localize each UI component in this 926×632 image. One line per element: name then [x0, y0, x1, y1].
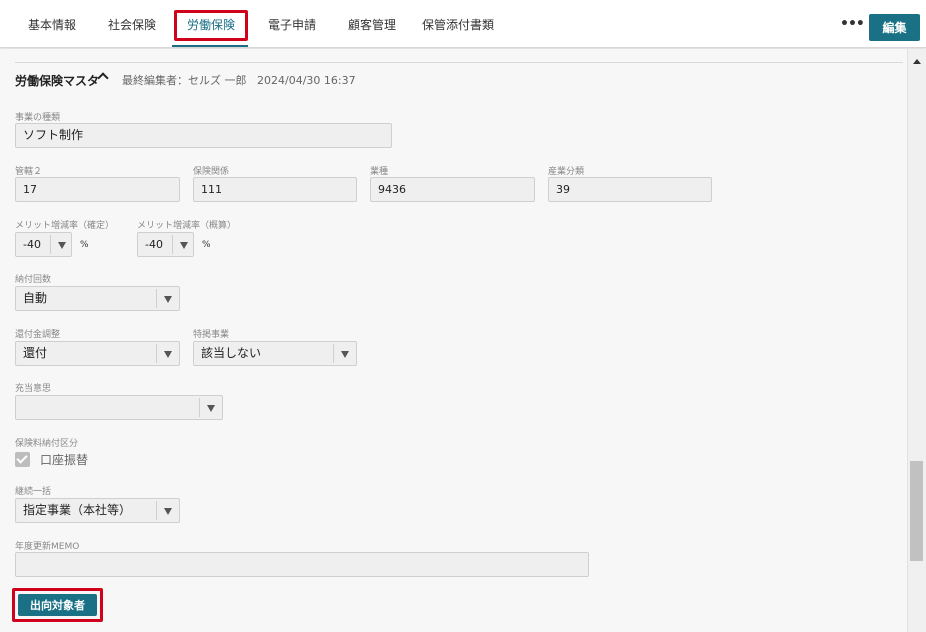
dropdown-arrow-icon — [164, 296, 172, 303]
section-title[interactable]: 労働保険マスタ — [15, 72, 99, 89]
industry-label: 業種 — [370, 167, 389, 177]
dropdown-arrow-icon — [207, 405, 215, 412]
special-business-value: 該当しない — [201, 346, 262, 360]
last-edited-time: 2024/04/30 16:37 — [257, 74, 356, 87]
payment-count-select[interactable]: 自動 — [15, 286, 180, 311]
annual-memo-field[interactable] — [15, 552, 589, 577]
merit-confirmed-label: メリット増減率（確定） — [15, 221, 115, 231]
continuous-batch-label: 継続一括 — [15, 487, 52, 497]
jurisdiction-field[interactable]: 17 — [15, 177, 180, 202]
merit-confirmed-select[interactable]: -40 — [15, 232, 72, 257]
payment-count-label: 納付回数 — [15, 275, 52, 285]
scroll-up-arrow-icon[interactable] — [913, 59, 921, 64]
tab-customer-management[interactable]: 顧客管理 — [348, 10, 396, 40]
annual-memo-label: 年度更新MEMO — [15, 542, 80, 552]
tab-bar: 基本情報 社会保険 労働保険 電子申請 顧客管理 保管添付書類 ••• 編集 — [0, 0, 926, 48]
edit-button[interactable]: 編集 — [869, 14, 920, 41]
dropdown-arrow-icon — [164, 351, 172, 358]
active-tab-indicator — [172, 45, 248, 47]
tab-highlight-box — [174, 10, 248, 41]
insurance-relation-label: 保険関係 — [193, 167, 230, 177]
refund-adjust-value: 還付 — [23, 346, 48, 360]
dropdown-arrow-icon — [58, 242, 66, 249]
last-editor: 最終編集者：セルズ 一郎 — [122, 74, 247, 87]
merit-estimated-unit: % — [202, 240, 211, 250]
tab-e-application[interactable]: 電子申請 — [268, 10, 316, 40]
dropdown-arrow-icon — [341, 351, 349, 358]
refund-adjust-select[interactable]: 還付 — [15, 341, 180, 366]
tab-social-insurance[interactable]: 社会保険 — [108, 10, 156, 40]
more-options-icon[interactable]: ••• — [840, 14, 865, 36]
dispatch-target-button[interactable]: 出向対象者 — [18, 594, 97, 616]
merit-estimated-label: メリット増減率（概算） — [137, 221, 237, 231]
jurisdiction-label: 管轄２ — [15, 167, 43, 177]
section-divider — [15, 62, 903, 63]
account-transfer-label: 口座振替 — [40, 453, 89, 467]
dropdown-arrow-icon — [180, 242, 188, 249]
last-edit-info: 最終編集者：セルズ 一郎 2024/04/30 16:37 — [122, 72, 356, 88]
industry-class-field[interactable]: 39 — [548, 177, 712, 202]
merit-estimated-select[interactable]: -40 — [137, 232, 194, 257]
merit-confirmed-value: -40 — [23, 238, 41, 251]
dropdown-arrow-icon — [164, 508, 172, 515]
merit-confirmed-unit: % — [80, 240, 89, 250]
account-transfer-checkbox[interactable] — [15, 452, 30, 467]
allocation-intent-select[interactable] — [15, 395, 223, 420]
allocation-intent-label: 充当意思 — [15, 384, 52, 394]
tab-stored-attachments[interactable]: 保管添付書類 — [422, 10, 494, 40]
vertical-scrollbar[interactable] — [907, 49, 926, 632]
refund-adjust-label: 還付金調整 — [15, 330, 61, 340]
scroll-thumb[interactable] — [910, 461, 923, 561]
continuous-batch-value: 指定事業（本社等） — [23, 503, 132, 517]
business-type-field[interactable]: ソフト制作 — [15, 123, 392, 148]
payment-count-value: 自動 — [23, 291, 48, 305]
industry-field[interactable]: 9436 — [370, 177, 535, 202]
continuous-batch-select[interactable]: 指定事業（本社等） — [15, 498, 180, 523]
business-type-label: 事業の種類 — [15, 113, 61, 123]
merit-estimated-value: -40 — [145, 238, 163, 251]
special-business-label: 特掲事業 — [193, 330, 230, 340]
tab-basic-info[interactable]: 基本情報 — [28, 10, 76, 40]
insurance-relation-field[interactable]: 111 — [193, 177, 357, 202]
premium-payment-label: 保険料納付区分 — [15, 439, 79, 449]
industry-class-label: 産業分類 — [548, 167, 585, 177]
special-business-select[interactable]: 該当しない — [193, 341, 357, 366]
